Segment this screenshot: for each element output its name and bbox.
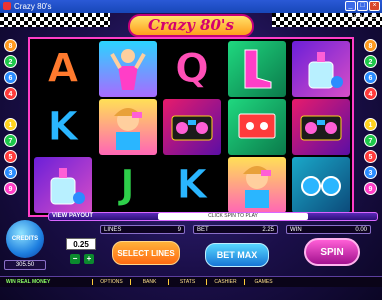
payline-marker-9[interactable]: 9	[4, 182, 17, 195]
footer-menu-games[interactable]: GAMES	[244, 279, 282, 285]
reel-symbol-text: Q	[174, 46, 209, 93]
reel-symbol-text: K	[176, 162, 208, 209]
payline-marker-8[interactable]: 8	[4, 39, 17, 52]
checker-decoration-left	[0, 13, 110, 27]
reel-1: AK	[32, 39, 94, 215]
select-lines-button[interactable]: SELECT LINES	[112, 241, 180, 265]
view-payout-button[interactable]: VIEW PAYOUT	[52, 213, 93, 219]
reel-window: AKJQK	[28, 37, 354, 217]
payline-marker-9[interactable]: 9	[364, 182, 377, 195]
lines-field: LINES 9	[100, 225, 185, 234]
payline-marker-2[interactable]: 2	[4, 55, 17, 68]
coin-value-display: 0.25	[66, 238, 96, 250]
reel-symbol-text: A	[47, 46, 79, 93]
footer-menu-bank[interactable]: BANK	[130, 279, 168, 285]
footer-menu-stats[interactable]: STATS	[168, 279, 206, 285]
close-button[interactable]: ×	[369, 1, 380, 11]
clock-time: 18:34	[350, 15, 366, 21]
boots-icon	[227, 41, 286, 97]
payline-markers-left: 8 2 6 4 1 7 5 3 9	[4, 39, 18, 195]
minimize-button[interactable]: _	[345, 1, 356, 11]
footer-menu-options[interactable]: OPTIONS	[92, 279, 130, 285]
reel-symbol-text: K	[47, 104, 79, 151]
credits-display: CREDITS 305.50	[4, 220, 46, 278]
payline-marker-6[interactable]: 6	[4, 71, 17, 84]
win-label: WIN	[290, 227, 302, 233]
reel-2: J	[97, 39, 159, 215]
maximize-button[interactable]: □	[357, 1, 368, 11]
payline-marker-5[interactable]: 5	[4, 150, 17, 163]
payline-marker-8[interactable]: 8	[364, 39, 377, 52]
reel-3: QK	[161, 39, 223, 215]
reel-symbol-letter: A	[34, 41, 92, 97]
footer-bar: WIN REAL MONEY OPTIONS BANK STATS CASHIER GA…	[0, 276, 382, 287]
reel-symbol-letter: K	[34, 99, 92, 155]
payline-marker-4[interactable]: 4	[4, 87, 17, 100]
boombox-icon	[292, 99, 350, 155]
game-logo: Crazy 80's	[128, 14, 254, 37]
control-panel: VIEW PAYOUT CLICK SPIN TO PLAY LINES 9 B…	[0, 210, 382, 287]
payline-marker-3[interactable]: 3	[364, 166, 377, 179]
footer-menu-cashier[interactable]: CASHIER	[206, 279, 244, 285]
payline-markers-right: 8 2 6 4 1 7 5 3 9	[364, 39, 378, 195]
payline-marker-3[interactable]: 3	[4, 166, 17, 179]
window-controls: _ □ ×	[345, 1, 380, 11]
payline-marker-1[interactable]: 1	[364, 118, 377, 131]
coin-increase-button[interactable]: +	[84, 254, 94, 264]
window-title: Crazy 80's	[14, 2, 52, 11]
footer-menu: OPTIONS BANK STATS CASHIER GAMES	[92, 279, 282, 285]
reel-5	[290, 39, 352, 215]
girl-with-cassette-icon	[227, 157, 286, 213]
real-money-link[interactable]: WIN REAL MONEY	[0, 279, 92, 285]
reel-symbol-letter: J	[99, 157, 157, 213]
payline-marker-7[interactable]: 7	[4, 134, 17, 147]
payline-marker-6[interactable]: 6	[364, 71, 377, 84]
bet-value: 2.25	[262, 227, 274, 233]
cassette-tape-icon	[227, 99, 286, 155]
reel-4	[226, 39, 288, 215]
perfume-icon	[34, 157, 92, 213]
credits-value: 305.50	[4, 260, 46, 270]
status-message: CLICK SPIN TO PLAY	[158, 213, 308, 220]
app-icon	[3, 2, 11, 10]
payline-marker-7[interactable]: 7	[364, 134, 377, 147]
payline-marker-1[interactable]: 1	[4, 118, 17, 131]
lines-value: 9	[177, 227, 181, 233]
girl-with-cassette-icon	[98, 99, 157, 155]
coin-decrease-button[interactable]: −	[70, 254, 80, 264]
reel-symbol-letter: Q	[163, 41, 221, 97]
clock-version: 1.1	[369, 15, 378, 21]
bet-fields: LINES 9 BET 2.25 WIN 0.00	[100, 225, 371, 234]
sunglasses-icon	[292, 157, 350, 213]
payline-spacer	[4, 103, 18, 115]
payline-marker-2[interactable]: 2	[364, 55, 377, 68]
spin-button[interactable]: SPIN	[304, 238, 360, 266]
lines-label: LINES	[104, 227, 122, 233]
bet-field: BET 2.25	[193, 225, 278, 234]
bet-max-button[interactable]: BET MAX	[205, 243, 269, 267]
window-titlebar: Crazy 80's _ □ ×	[0, 0, 382, 13]
win-value: 0.00	[355, 227, 367, 233]
bet-label: BET	[197, 227, 209, 233]
win-field: WIN 0.00	[286, 225, 371, 234]
dancing-girl-icon	[98, 41, 157, 97]
boombox-icon	[163, 99, 221, 155]
reel-symbol-letter: K	[163, 157, 221, 213]
credits-orb: CREDITS	[6, 220, 44, 258]
clock-readout: 18:34 1.1	[351, 15, 378, 21]
payline-marker-5[interactable]: 5	[364, 150, 377, 163]
payline-spacer	[364, 103, 378, 115]
perfume-icon	[292, 41, 350, 97]
payline-marker-4[interactable]: 4	[364, 87, 377, 100]
reel-symbol-text: J	[120, 162, 136, 209]
